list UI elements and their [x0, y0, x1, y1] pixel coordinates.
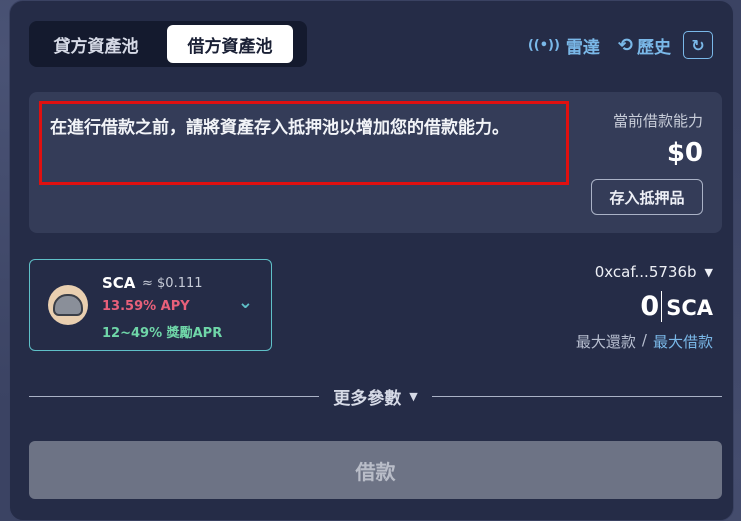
tab-borrower-pool[interactable]: 借方資產池 — [167, 25, 293, 63]
amount-value[interactable]: 0 — [640, 291, 663, 322]
capacity-label: 當前借款能力 — [612, 112, 703, 130]
amount-unit: SCA — [666, 296, 713, 320]
more-params-toggle[interactable]: 更多參數 ▼ — [333, 384, 417, 409]
max-links: 最大還款 / 最大借款 — [576, 331, 713, 352]
history-label: 歷史 — [637, 37, 671, 58]
caret-down-icon: ▼ — [409, 389, 418, 403]
token-symbol: SCA — [102, 274, 136, 292]
max-borrow-link[interactable]: 最大借款 — [653, 331, 713, 352]
radar-label: 雷達 — [565, 37, 600, 58]
token-apy: 13.59% APY — [102, 299, 190, 314]
caret-down-icon: ▼ — [704, 265, 713, 279]
separator: / — [641, 331, 647, 349]
token-selector[interactable]: SCA ≈ $0.111 13.59% APY 12~49% 獎勵APR ⌄ — [29, 259, 272, 351]
history-link[interactable]: ⟲ 歷史 — [618, 33, 671, 58]
pool-tabs: 貸方資產池 借方資產池 — [29, 21, 307, 67]
history-icon: ⟲ — [617, 34, 633, 56]
max-repay-link[interactable]: 最大還款 — [576, 331, 636, 352]
deposit-collateral-button[interactable]: 存入抵押品 — [591, 179, 703, 215]
more-params-label: 更多參數 — [333, 388, 402, 409]
wallet-selector[interactable]: 0xcaf...5736b ▼ — [595, 263, 713, 281]
divider-line-left — [29, 395, 320, 397]
borrow-info-panel: 在進行借款之前，請將資產存入抵押池以增加您的借款能力。 當前借款能力 $0 存入… — [29, 92, 722, 233]
refresh-button[interactable]: ↻ — [683, 31, 713, 59]
wallet-address: 0xcaf...5736b — [594, 263, 697, 281]
header-actions: ((•)) 雷達 ⟲ 歷史 ↻ — [528, 31, 713, 59]
token-price: ≈ $0.111 — [142, 276, 203, 291]
divider-line-right — [431, 395, 722, 397]
broadcast-icon: ((•)) — [527, 37, 560, 53]
borrow-card: 貸方資產池 借方資產池 ((•)) 雷達 ⟲ 歷史 ↻ 在進行借款之前，請將資產… — [9, 0, 734, 521]
radar-link[interactable]: ((•)) 雷達 — [528, 33, 600, 58]
notice-highlight: 在進行借款之前，請將資產存入抵押池以增加您的借款能力。 — [39, 101, 569, 185]
chevron-down-icon: ⌄ — [237, 292, 253, 313]
borrow-button[interactable]: 借款 — [29, 441, 722, 499]
notice-text: 在進行借款之前，請將資產存入抵押池以增加您的借款能力。 — [50, 118, 509, 138]
refresh-icon: ↻ — [691, 35, 705, 55]
sca-shell-icon — [48, 285, 88, 325]
tab-lender-pool[interactable]: 貸方資產池 — [33, 25, 159, 63]
token-reward-apr: 12~49% 獎勵APR — [102, 326, 223, 341]
capacity-value: $0 — [666, 138, 703, 168]
more-params-divider: 更多參數 ▼ — [29, 384, 722, 409]
amount-input[interactable]: 0 SCA — [640, 291, 713, 322]
